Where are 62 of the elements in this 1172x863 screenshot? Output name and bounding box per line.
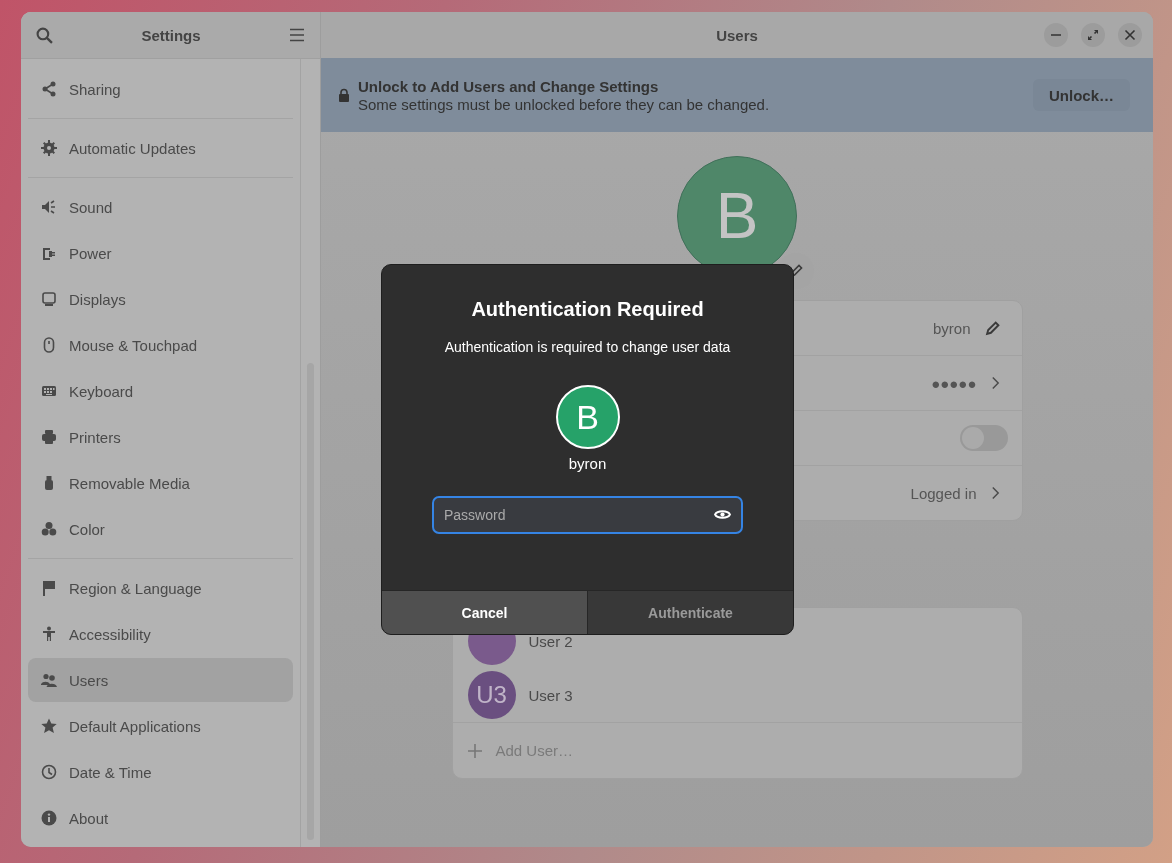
printer-icon [41,429,57,445]
dialog-username: byron [568,455,607,472]
plus-icon [467,743,482,758]
close-button[interactable] [1118,23,1142,47]
sidebar-item[interactable]: About [28,795,293,841]
lock-icon [338,88,350,102]
sidebar-item[interactable]: Users [28,658,293,702]
minimize-button[interactable] [1044,23,1068,47]
sidebar-item[interactable]: Sharing [28,66,293,112]
gear-icon [41,140,57,156]
monitor-icon [41,291,57,307]
expand-arrows-icon [1087,29,1099,41]
sidebar-item[interactable]: Keyboard [28,368,293,414]
row-value: Logged in [910,484,977,502]
menu-icon[interactable] [289,27,305,43]
info-icon [41,810,57,826]
chevron-right-icon[interactable] [990,486,1000,500]
close-icon [1124,29,1136,41]
avatar-initial: B [715,179,759,253]
keyboard-icon [41,383,57,399]
sidebar-item[interactable]: Power [28,230,293,276]
user-avatar: U3 [467,671,516,719]
sidebar-item[interactable]: Sound [28,184,293,230]
user-name[interactable]: User 2 [528,632,573,650]
window-title: Users [716,26,758,44]
unlock-button[interactable]: Unlock… [1033,79,1130,111]
row-value: ●●●●● [931,374,977,392]
cancel-button[interactable]: Cancel [382,590,587,634]
sidebar-item[interactable]: Printers [28,414,293,460]
battery-plug-icon [41,245,57,261]
sidebar-item[interactable]: Mouse & Touchpad [28,322,293,368]
user-name[interactable]: User 3 [528,686,573,704]
banner-title: Unlock to Add Users and Change Settings [358,77,660,95]
sidebar-item[interactable]: Displays [28,276,293,322]
sidebar-item[interactable]: Date & Time [28,749,293,795]
speaker-icon [41,199,57,215]
sidebar-title: Settings [141,26,201,44]
password-field[interactable]: Password [432,496,743,534]
users-icon [41,672,57,688]
flag-icon [41,580,57,596]
eye-icon[interactable] [714,508,731,521]
color-circles-icon [41,521,57,537]
person-icon [41,626,57,642]
banner-message: Some settings must be unlocked before they can be changed. [358,95,771,113]
sidebar-item[interactable]: Color [28,506,293,552]
share-icon [41,81,57,97]
maximize-button[interactable] [1081,23,1105,47]
dialog-message: Authentication is required to change user data [444,339,731,355]
clock-icon [41,764,57,780]
search-icon[interactable] [36,26,53,44]
sidebar-item[interactable]: Default Applications [28,703,293,749]
mouse-icon [41,337,57,353]
dialog-title: Authentication Required [471,298,704,321]
user-avatar: B [555,385,620,449]
star-icon [41,718,57,734]
sidebar-item[interactable]: Region & Language [28,565,293,611]
username-value: byron [932,319,971,337]
sidebar-item[interactable]: Removable Media [28,460,293,506]
pencil-icon[interactable] [984,320,1000,336]
chevron-right-icon[interactable] [990,376,1000,390]
sidebar-item[interactable]: Automatic Updates [28,125,293,171]
sidebar-item[interactable]: Accessibility [28,611,293,657]
